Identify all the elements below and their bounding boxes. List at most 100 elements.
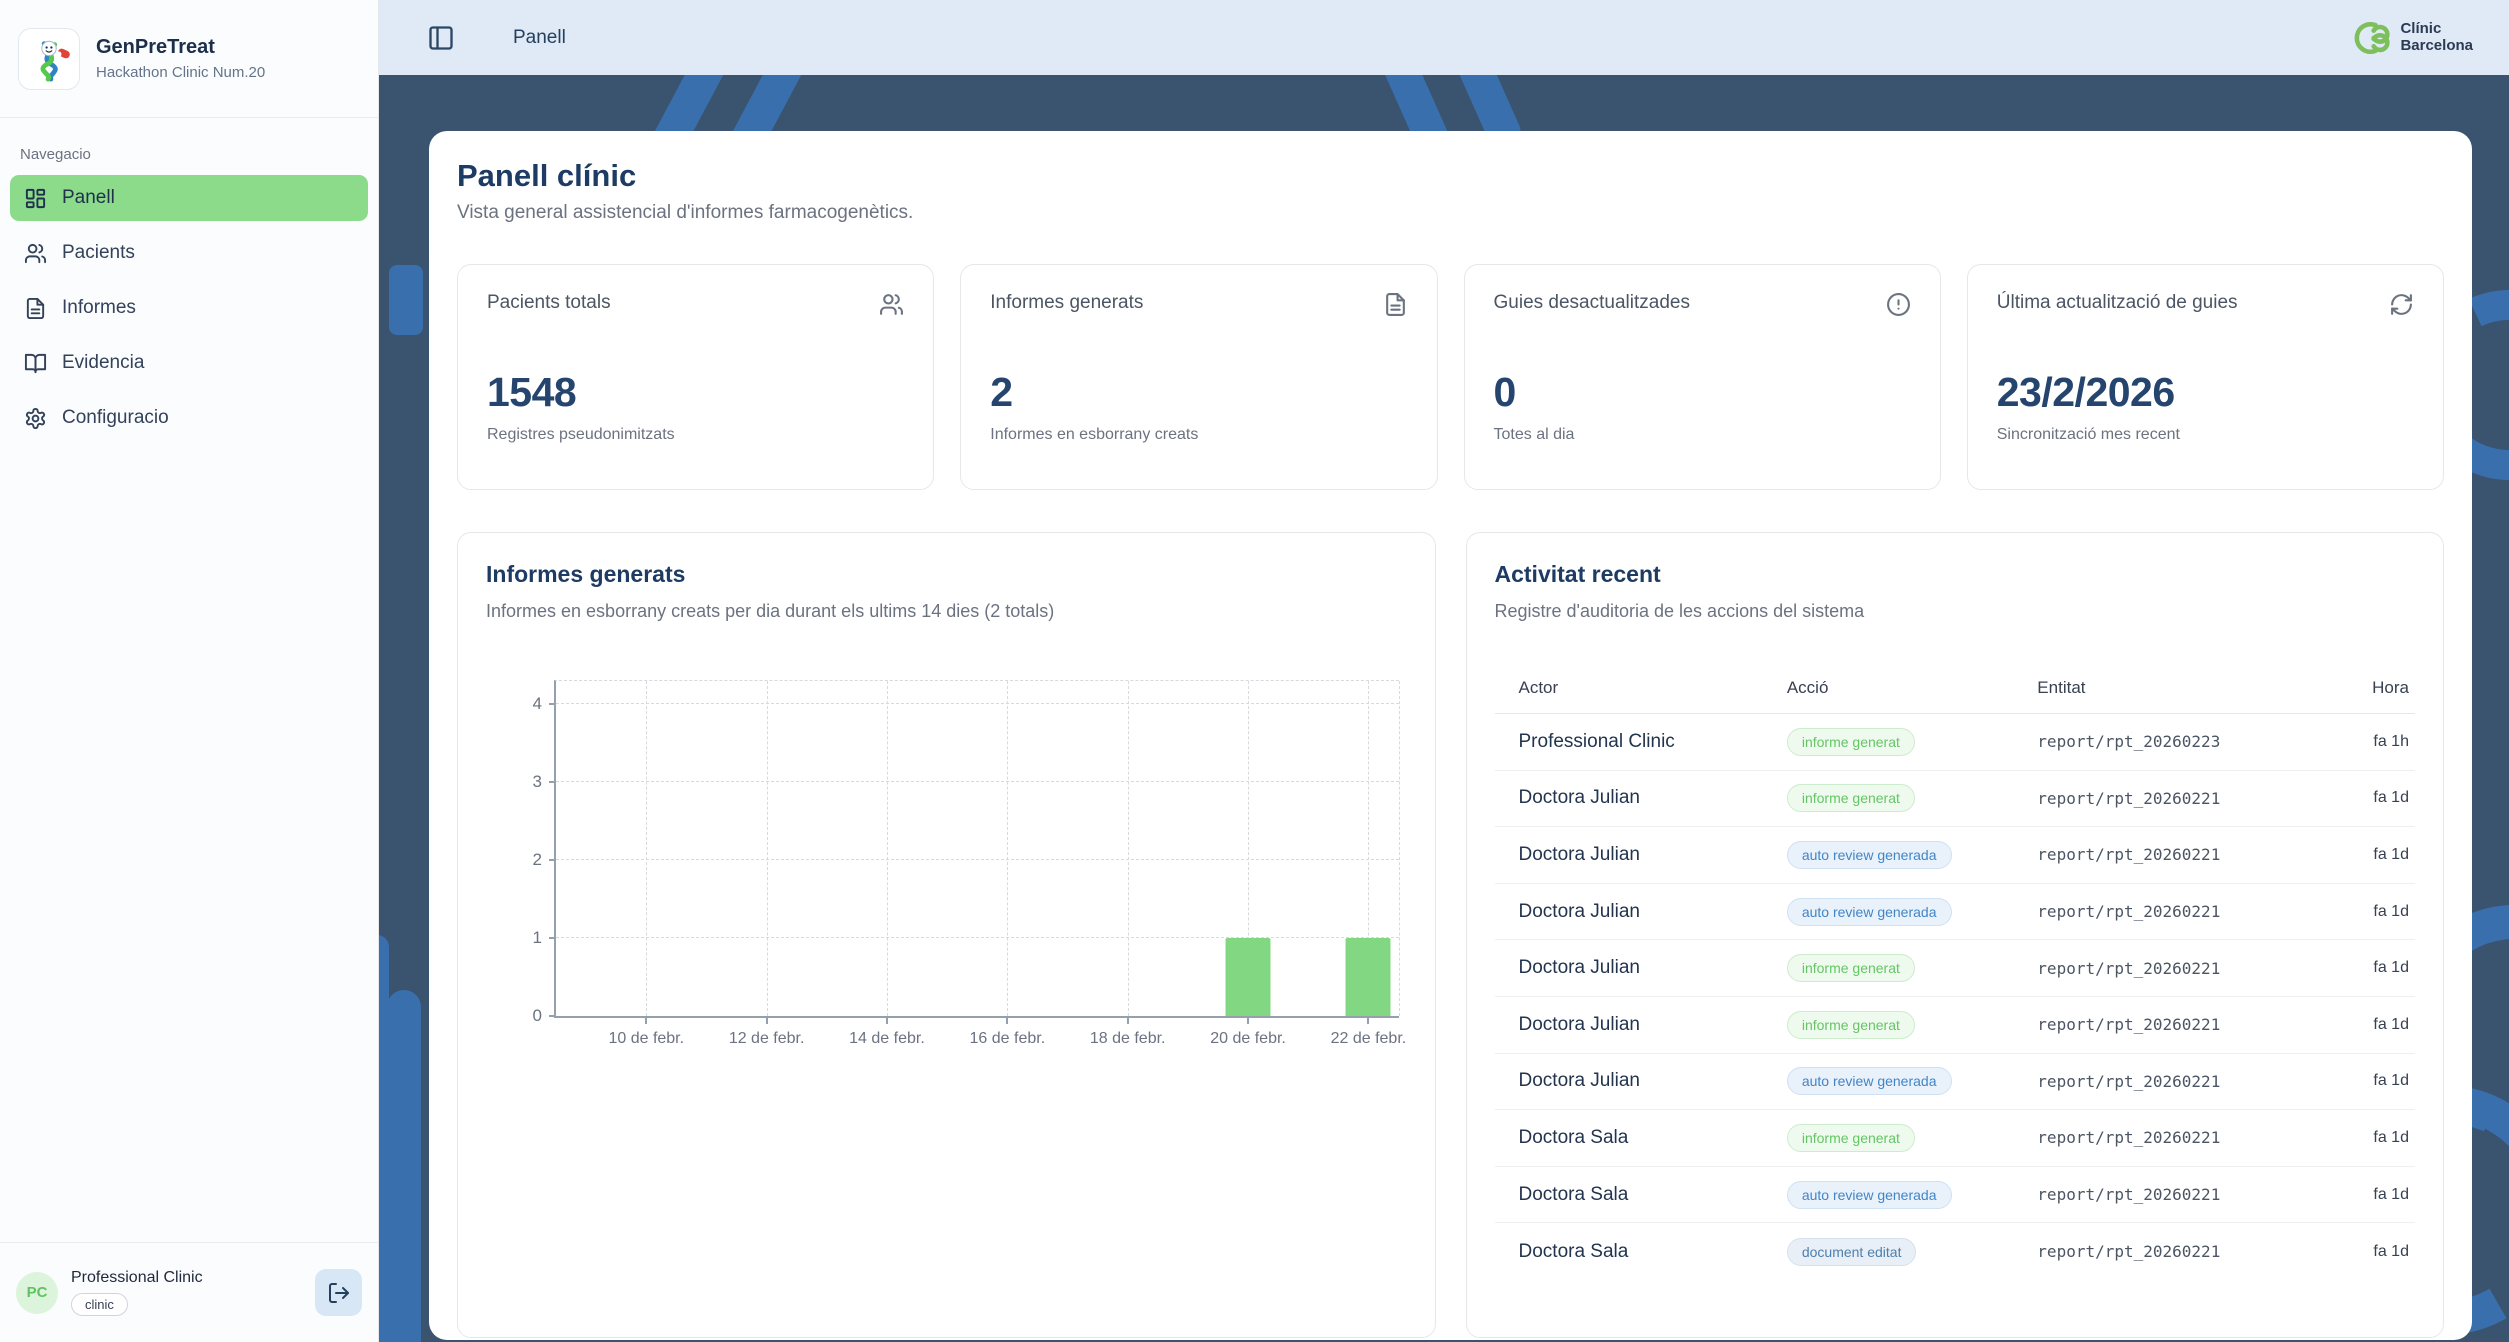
sidebar-item-evidencia[interactable]: Evidencia — [10, 340, 368, 386]
y-tick-mark — [549, 781, 556, 783]
x-tick-mark — [766, 1016, 768, 1024]
x-gridline — [1007, 681, 1008, 1016]
x-tick-mark — [1006, 1016, 1008, 1024]
activity-row: Doctora Salaauto review generada report/r… — [1495, 1167, 2416, 1224]
action-badge: informe generat — [1787, 1011, 1915, 1039]
activity-panel-subtitle: Registre d'auditoria de les accions del … — [1495, 601, 2416, 622]
user-role-badge: clinic — [71, 1293, 128, 1316]
decor-stripe — [389, 265, 423, 335]
activity-table-body: Professional Clinicinforme generatreport… — [1495, 714, 2416, 1280]
action-badge: informe generat — [1787, 728, 1915, 756]
y-gridline — [556, 703, 1399, 704]
activity-entity: report/rpt_20260221 — [2037, 1128, 2287, 1147]
panel-left-icon — [427, 24, 455, 52]
x-tick-label: 20 de febr. — [1210, 1030, 1286, 1048]
sidebar-item-informes[interactable]: Informes — [10, 285, 368, 331]
activity-row: Doctora Julianauto review generada report… — [1495, 884, 2416, 941]
topbar: Panell Clínic Barcelona — [379, 0, 2509, 75]
y-tick-mark — [549, 859, 556, 861]
activity-entity: report/rpt_20260221 — [2037, 1185, 2287, 1204]
x-tick-mark — [1247, 1016, 1249, 1024]
page-subtitle: Vista general assistencial d'informes fa… — [457, 202, 2444, 224]
action-badge: informe generat — [1787, 954, 1915, 982]
file-text-icon — [1383, 292, 1408, 317]
file-text-icon — [24, 297, 47, 320]
column-header-accio: Acció — [1787, 678, 2037, 698]
activity-entity: report/rpt_20260223 — [2037, 732, 2287, 751]
activity-entity: report/rpt_20260221 — [2037, 902, 2287, 921]
x-tick-mark — [1127, 1016, 1129, 1024]
stat-icon-wrap — [2389, 292, 2414, 322]
activity-row: Doctora Julianinforme generatreport/rpt_… — [1495, 997, 2416, 1054]
stat-subtext: Sincronització mes recent — [1997, 426, 2414, 444]
stat-value: 0 — [1494, 369, 1911, 416]
activity-entity: report/rpt_20260221 — [2037, 845, 2287, 864]
activity-row: Doctora Salainforme generatreport/rpt_20… — [1495, 1110, 2416, 1167]
activity-actor: Doctora Julian — [1519, 1014, 1787, 1036]
sidebar-item-panell[interactable]: Panell — [10, 175, 368, 221]
page-title: Panell clínic — [457, 159, 2444, 193]
stat-icon-wrap — [1886, 292, 1911, 322]
action-badge: document editat — [1787, 1238, 1917, 1266]
activity-actor: Doctora Julian — [1519, 787, 1787, 809]
x-tick-mark — [886, 1016, 888, 1024]
activity-time: fa 1d — [2288, 1243, 2413, 1261]
activity-action-cell: auto review generada — [1787, 1067, 2037, 1095]
decor-stripe — [379, 935, 389, 1342]
y-tick-label: 1 — [533, 928, 542, 948]
activity-row: Doctora Julianauto review generadareport… — [1495, 1054, 2416, 1111]
x-tick-label: 22 de febr. — [1331, 1030, 1407, 1048]
breadcrumb: Panell — [513, 27, 566, 49]
stat-label: Informes generats — [990, 292, 1143, 314]
action-badge: auto review generada — [1787, 898, 1952, 926]
stat-card: Informes generats 2 Informes en esborrany … — [960, 264, 1437, 490]
clinic-barcelona-mark-icon — [2348, 16, 2392, 60]
activity-row: Doctora Julianinforme generatreport/rpt_… — [1495, 940, 2416, 997]
activity-time: fa 1d — [2288, 789, 2413, 807]
activity-actor: Doctora Sala — [1519, 1241, 1787, 1263]
stats-row: Pacients totals1548Registres pseudonimit… — [457, 264, 2444, 490]
activity-panel-title: Activitat recent — [1495, 561, 2416, 588]
action-badge: auto review generada — [1787, 1181, 1952, 1209]
sidebar-item-configuracio[interactable]: Configuracio — [10, 395, 368, 441]
clinic-barcelona-logo: Clínic Barcelona — [2348, 16, 2473, 60]
activity-actor: Doctora Julian — [1519, 957, 1787, 979]
x-tick-label: 16 de febr. — [970, 1030, 1046, 1048]
activity-row: Doctora Saladocument editatreport/rpt_20… — [1495, 1223, 2416, 1280]
stat-subtext: Informes en esborrany creats — [990, 426, 1407, 444]
activity-actor: Doctora Julian — [1519, 844, 1787, 866]
brand-subtitle: Hackathon Clinic Num.20 — [96, 64, 265, 81]
activity-time: fa 1d — [2288, 1016, 2413, 1034]
logout-button[interactable] — [315, 1269, 362, 1316]
stat-value: 2 — [990, 369, 1407, 416]
x-gridline — [767, 681, 768, 1016]
x-tick-label: 14 de febr. — [849, 1030, 925, 1048]
activity-time: fa 1d — [2288, 1072, 2413, 1090]
chart-panel-subtitle: Informes en esborrany creats per dia dur… — [486, 601, 1407, 622]
users-icon — [879, 292, 904, 317]
column-header-hora: Hora — [2288, 678, 2413, 698]
mascot-dna-icon — [26, 36, 72, 82]
dashboard-card: Panell clínic Vista general assistencial… — [429, 131, 2472, 1340]
activity-actor: Doctora Julian — [1519, 901, 1787, 923]
app-logo — [18, 28, 80, 90]
stat-icon-wrap — [1383, 292, 1408, 322]
y-tick-label: 4 — [533, 694, 542, 714]
x-gridline — [646, 681, 647, 1016]
stat-value: 1548 — [487, 369, 904, 416]
y-tick-mark — [549, 937, 556, 939]
sidebar-item-label: Informes — [62, 297, 136, 319]
reports-chart-panel: Informes generats Informes en esborrany … — [457, 532, 1436, 1338]
user-name: Professional Clinic — [71, 1269, 203, 1287]
x-tick-label: 12 de febr. — [729, 1030, 805, 1048]
activity-actor: Doctora Sala — [1519, 1184, 1787, 1206]
sidebar-brand: GenPreTreat Hackathon Clinic Num.20 — [0, 0, 378, 118]
sidebar-item-label: Panell — [62, 187, 115, 209]
activity-action-cell: informe generat — [1787, 954, 2037, 982]
sidebar-item-pacients[interactable]: Pacients — [10, 230, 368, 276]
sidebar-toggle-button[interactable] — [425, 22, 457, 54]
x-tick-mark — [1367, 1016, 1369, 1024]
sidebar: GenPreTreat Hackathon Clinic Num.20 Nave… — [0, 0, 379, 1342]
recent-activity-panel: Activitat recent Registre d'auditoria de… — [1466, 532, 2445, 1338]
brand-name: GenPreTreat — [96, 36, 265, 59]
